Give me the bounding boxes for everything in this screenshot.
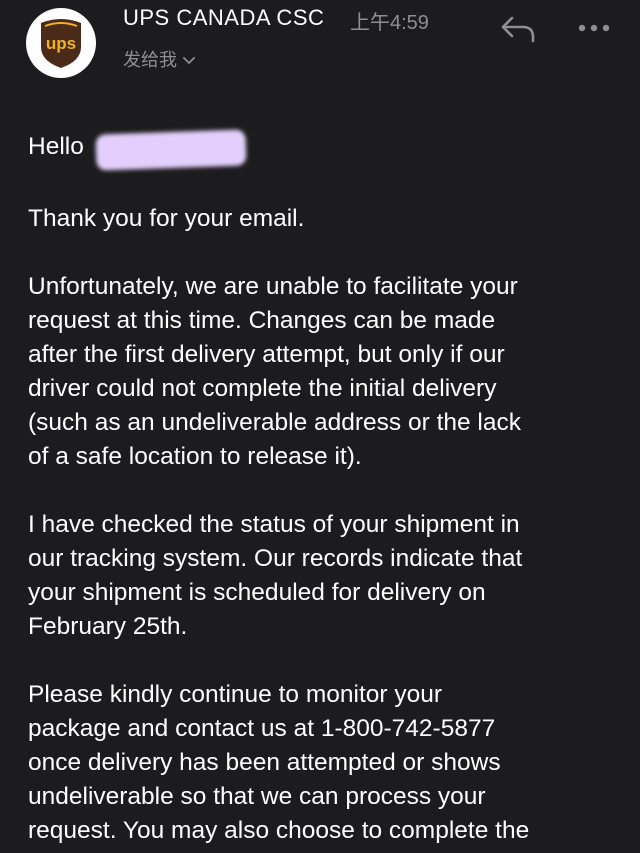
more-button[interactable] <box>574 12 614 46</box>
recipient-label: 发给我 <box>123 50 177 70</box>
redacted-name <box>95 129 247 171</box>
body-line: request at this time. Changes can be mad… <box>28 307 496 334</box>
ups-logo-text: ups <box>46 34 76 53</box>
body-line: your shipment is scheduled for delivery … <box>28 579 486 606</box>
more-icon <box>578 24 610 32</box>
body-line: request. You may also choose to complete… <box>28 817 530 844</box>
body-line: I have checked the status of your shipme… <box>28 511 520 538</box>
body-line: Please kindly continue to monitor your <box>28 681 442 708</box>
body-line[interactable]: package and contact us at 1-800-742-5877 <box>28 712 628 746</box>
body-line: after the first delivery attempt, but on… <box>28 341 505 368</box>
body-line: of a safe location to release it). <box>28 443 362 470</box>
reply-icon <box>501 16 535 43</box>
email-time: 上午4:59 <box>350 12 429 34</box>
sender-name[interactable]: UPS CANADA CSC <box>123 5 324 31</box>
paragraph-3: I have checked the status of your shipme… <box>28 508 628 644</box>
paragraph-4: Please kindly continue to monitor your p… <box>28 678 628 848</box>
email-body: Hello Thank you for your email. Unfortun… <box>28 126 628 853</box>
chevron-down-icon <box>183 49 195 70</box>
paragraph-2: Unfortunately, we are unable to facilita… <box>28 270 628 474</box>
recipient-selector[interactable]: 发给我 <box>123 46 195 72</box>
body-line: driver could not complete the initial de… <box>28 375 497 402</box>
email-header: ups UPS CANADA CSC 上午4:59 发给我 <box>0 0 640 90</box>
body-line: February 25th. <box>28 613 188 640</box>
body-line: undeliverable so that we can process you… <box>28 783 486 810</box>
body-line: Thank you for your email. <box>28 205 305 232</box>
ups-logo-icon: ups <box>41 19 81 68</box>
reply-button[interactable] <box>498 12 538 46</box>
body-line: (such as an undeliverable address or the… <box>28 409 522 436</box>
paragraph-1: Thank you for your email. <box>28 202 628 236</box>
greeting-text: Hello <box>28 133 84 160</box>
sender-avatar[interactable]: ups <box>26 8 96 78</box>
greeting-line: Hello <box>28 126 628 171</box>
body-line: Unfortunately, we are unable to facilita… <box>28 273 518 300</box>
body-line: once delivery has been attempted or show… <box>28 749 501 776</box>
body-line: our tracking system. Our records indicat… <box>28 545 523 572</box>
